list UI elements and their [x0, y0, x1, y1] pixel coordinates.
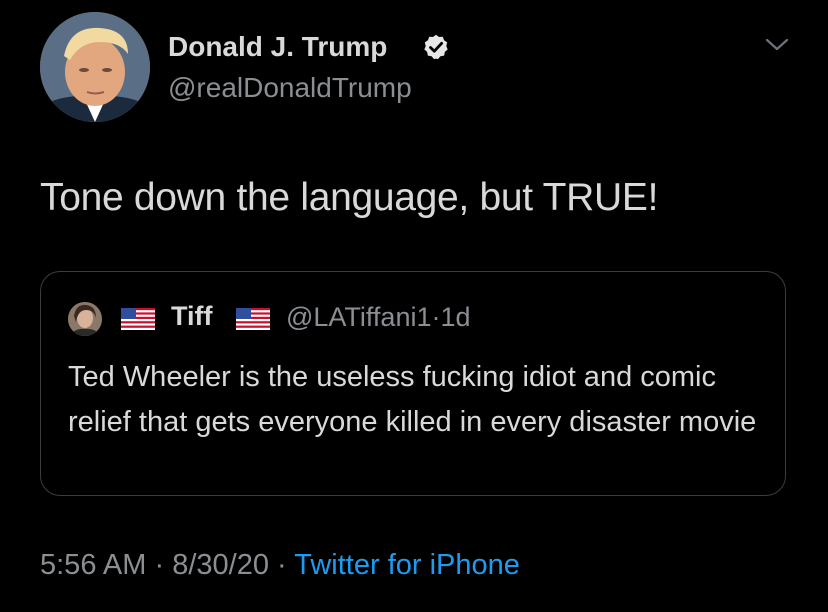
- quoted-tweet-meta: @LATiffani1·1d: [286, 302, 471, 333]
- author-avatar[interactable]: [40, 12, 150, 122]
- us-flag-icon: [121, 308, 155, 330]
- tweet-text: Tone down the language, but TRUE!: [40, 176, 659, 219]
- quoted-tweet-card[interactable]: Tiff @LATiffani1·1d Ted Wheeler is the u…: [40, 271, 786, 496]
- footer-separator: ·: [277, 549, 287, 581]
- quoted-author-handle[interactable]: @LATiffani1: [286, 302, 431, 332]
- quoted-tweet-age[interactable]: 1d: [440, 302, 470, 332]
- footer-separator: ·: [154, 549, 165, 581]
- avatar-portrait-icon: [40, 12, 150, 122]
- us-flag-icon: [236, 308, 270, 330]
- tweet-footer: 5:56 AM · 8/30/20 · Twitter for iPhone: [40, 549, 520, 582]
- author-handle[interactable]: @realDonaldTrump: [168, 72, 412, 104]
- chevron-down-icon[interactable]: [764, 36, 790, 54]
- verified-badge-icon: [424, 34, 448, 60]
- quoted-author-avatar: [68, 302, 102, 336]
- tweet: Donald J. Trump @realDonaldTrump Tone do…: [0, 0, 828, 612]
- quoted-tweet-text: Ted Wheeler is the useless fucking idiot…: [68, 361, 757, 438]
- quoted-author-name[interactable]: Tiff: [171, 301, 213, 332]
- tweet-source-link[interactable]: Twitter for iPhone: [294, 549, 520, 581]
- avatar-portrait-icon: [68, 302, 102, 336]
- tweet-time[interactable]: 5:56 AM: [40, 549, 146, 581]
- tweet-date[interactable]: 8/30/20: [172, 549, 269, 581]
- author-name[interactable]: Donald J. Trump: [168, 31, 387, 63]
